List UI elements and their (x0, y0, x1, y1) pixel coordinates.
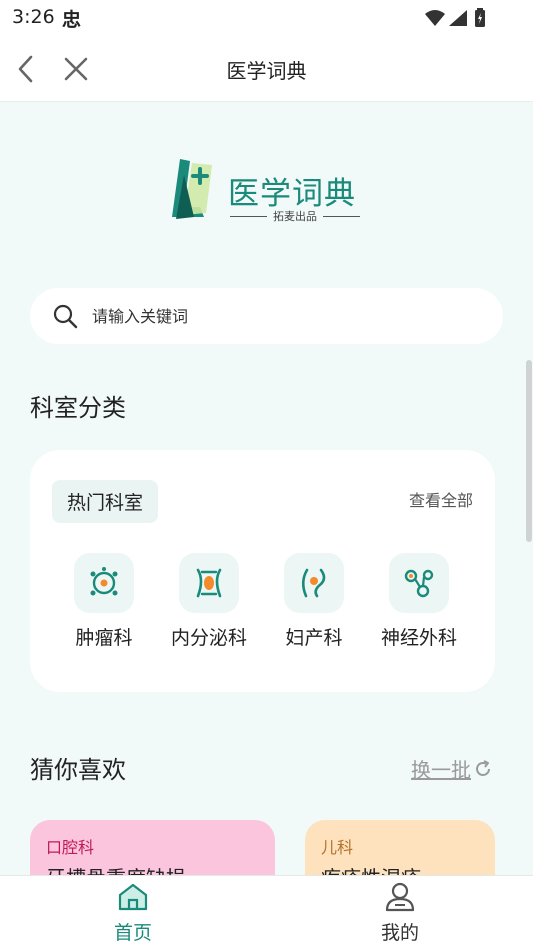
department-tumor[interactable]: 肿瘤科 (44, 553, 164, 650)
department-endocrine[interactable]: 内分泌科 (149, 553, 269, 650)
tab-bar: 首页 我的 (0, 875, 533, 948)
department-label: 肿瘤科 (75, 627, 133, 649)
department-label: 内分泌科 (170, 627, 247, 649)
refresh-label: 换一批 (411, 758, 471, 782)
search-icon (53, 304, 78, 329)
tab-home[interactable]: 首页 (73, 882, 193, 945)
departments-title: 科室分类 (30, 394, 126, 422)
department-obstetrics[interactable]: 妇产科 (254, 553, 374, 650)
recommend-title: 猜你喜欢 (30, 756, 126, 784)
hot-departments-tag: 热门科室 (52, 480, 159, 523)
recommend-category: 儿科 (321, 838, 354, 857)
search-bar[interactable] (30, 288, 503, 344)
department-label: 神经外科 (380, 627, 457, 649)
tab-label: 首页 (113, 922, 152, 944)
nav-bar: 医学词典 (0, 36, 533, 102)
neurosurgery-icon (389, 553, 449, 613)
logo-name: 医学词典 (228, 176, 356, 212)
obstetrics-icon (284, 553, 344, 613)
tumor-icon (74, 553, 134, 613)
refresh-icon (476, 759, 490, 776)
status-bar: 3:26 忠 (0, 0, 533, 36)
sim-indicator: 忠 (62, 9, 82, 31)
view-all-link[interactable]: 查看全部 (409, 487, 473, 511)
profile-icon (385, 882, 415, 912)
logo-tagline-row: 拓麦出品 (230, 208, 360, 224)
search-input[interactable] (92, 306, 452, 326)
logo-tagline: 拓麦出品 (273, 210, 317, 223)
tab-label: 我的 (380, 922, 419, 944)
department-neurosurgery[interactable]: 神经外科 (359, 553, 479, 650)
department-label: 妇产科 (285, 627, 343, 649)
scrollbar[interactable] (526, 360, 532, 542)
logo-mark-icon (172, 159, 212, 219)
app-logo: 医学词典 拓麦出品 (170, 155, 370, 227)
status-time: 3:26 (12, 6, 55, 28)
page-title: 医学词典 (226, 59, 307, 83)
endocrine-icon (179, 553, 239, 613)
recommend-category: 口腔科 (46, 838, 95, 857)
home-icon (118, 883, 148, 911)
tab-profile[interactable]: 我的 (340, 882, 460, 945)
refresh-button[interactable]: 换一批 (411, 754, 493, 783)
departments-card: 热门科室 查看全部 肿瘤科 内分泌科 妇产科 神经外科 (30, 450, 495, 692)
signal-icon (425, 8, 485, 27)
status-icons (423, 8, 493, 32)
